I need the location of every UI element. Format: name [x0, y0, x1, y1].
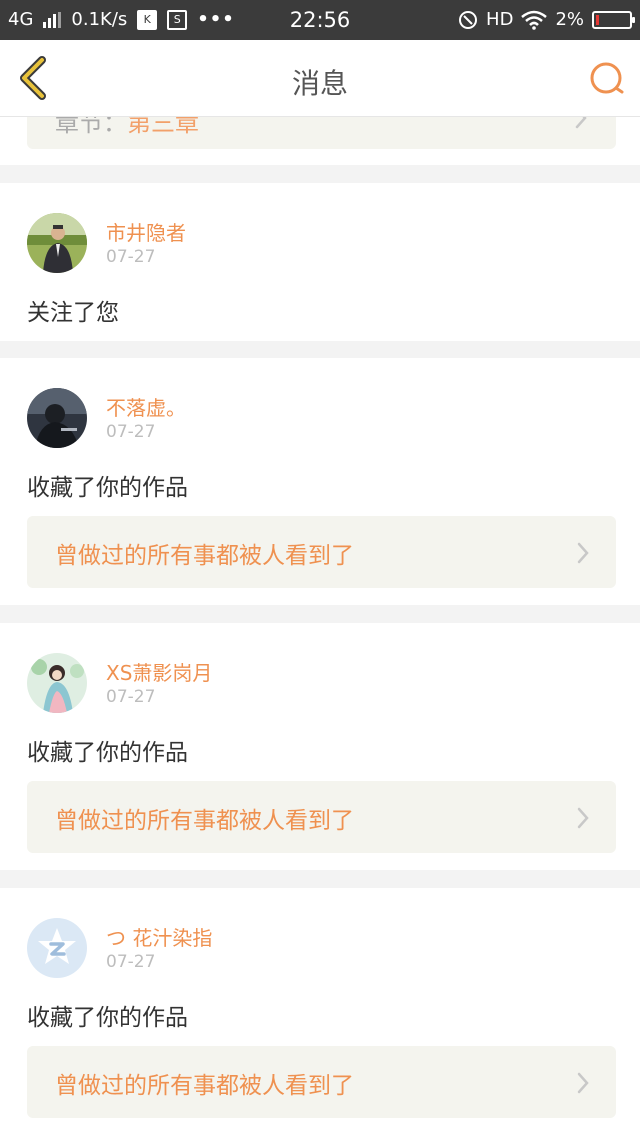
message-action: 收藏了你的作品 [27, 475, 188, 501]
message-list[interactable]: 章节：第三章 市井隐者 07-27 关注了您 不落虚。 07-27 收藏了你的作… [0, 117, 640, 1139]
message-card[interactable]: 不落虚。 07-27 收藏了你的作品 曾做过的所有事都被人看到了 [0, 358, 640, 605]
message-card[interactable]: つ 花汁染指 07-27 收藏了你的作品 曾做过的所有事都被人看到了 [0, 888, 640, 1139]
username[interactable]: 市井隐者 [106, 217, 186, 246]
work-link[interactable]: 曾做过的所有事都被人看到了 [27, 781, 616, 853]
work-title: 曾做过的所有事都被人看到了 [55, 808, 354, 834]
work-link[interactable]: 曾做过的所有事都被人看到了 [27, 1046, 616, 1118]
partial-text: 章节：第三章 [55, 117, 199, 137]
search-button[interactable] [584, 56, 632, 104]
chevron-right-icon [575, 117, 587, 129]
message-action: 收藏了你的作品 [27, 1005, 188, 1031]
avatar-image-illustration [27, 653, 87, 713]
work-link[interactable]: 曾做过的所有事都被人看到了 [27, 516, 616, 588]
avatar-image-dark [27, 388, 87, 448]
work-title: 曾做过的所有事都被人看到了 [55, 543, 354, 569]
battery-percent: 2% [555, 9, 584, 30]
default-avatar-icon [27, 918, 87, 978]
message-date: 07-27 [106, 422, 156, 442]
avatar[interactable] [27, 388, 87, 448]
battery-level [596, 14, 599, 25]
work-link-partial[interactable]: 章节：第三章 [27, 117, 616, 149]
username[interactable]: つ 花汁染指 [106, 922, 212, 951]
message-date: 07-27 [106, 952, 156, 972]
username[interactable]: XS萧影岗月 [106, 657, 212, 686]
message-date: 07-27 [106, 687, 156, 707]
avatar[interactable] [27, 918, 87, 978]
chevron-right-icon [577, 542, 589, 564]
battery-icon [592, 10, 635, 29]
message-card[interactable]: 市井隐者 07-27 关注了您 [0, 183, 640, 341]
username[interactable]: 不落虚。 [106, 392, 186, 421]
message-card-partial: 章节：第三章 [0, 117, 640, 165]
avatar[interactable] [27, 213, 87, 273]
nav-bar: 消息 [0, 40, 640, 117]
status-right: HD 2% [458, 9, 635, 30]
search-icon [590, 62, 624, 94]
message-action: 收藏了你的作品 [27, 740, 188, 766]
status-bar: 4G 0.1K/s K S ••• 22:56 HD 2% [0, 0, 640, 40]
message-action: 关注了您 [27, 300, 119, 326]
chevron-right-icon [577, 807, 589, 829]
message-card[interactable]: XS萧影岗月 07-27 收藏了你的作品 曾做过的所有事都被人看到了 [0, 623, 640, 870]
avatar-image-man [27, 213, 87, 273]
avatar[interactable] [27, 653, 87, 713]
wifi-icon [521, 10, 548, 30]
nfc-icon [459, 10, 478, 29]
page-title: 消息 [291, 67, 348, 100]
work-title: 曾做过的所有事都被人看到了 [55, 1073, 354, 1099]
chevron-right-icon [577, 1072, 589, 1094]
hd-label: HD [486, 9, 514, 30]
message-date: 07-27 [106, 247, 156, 267]
